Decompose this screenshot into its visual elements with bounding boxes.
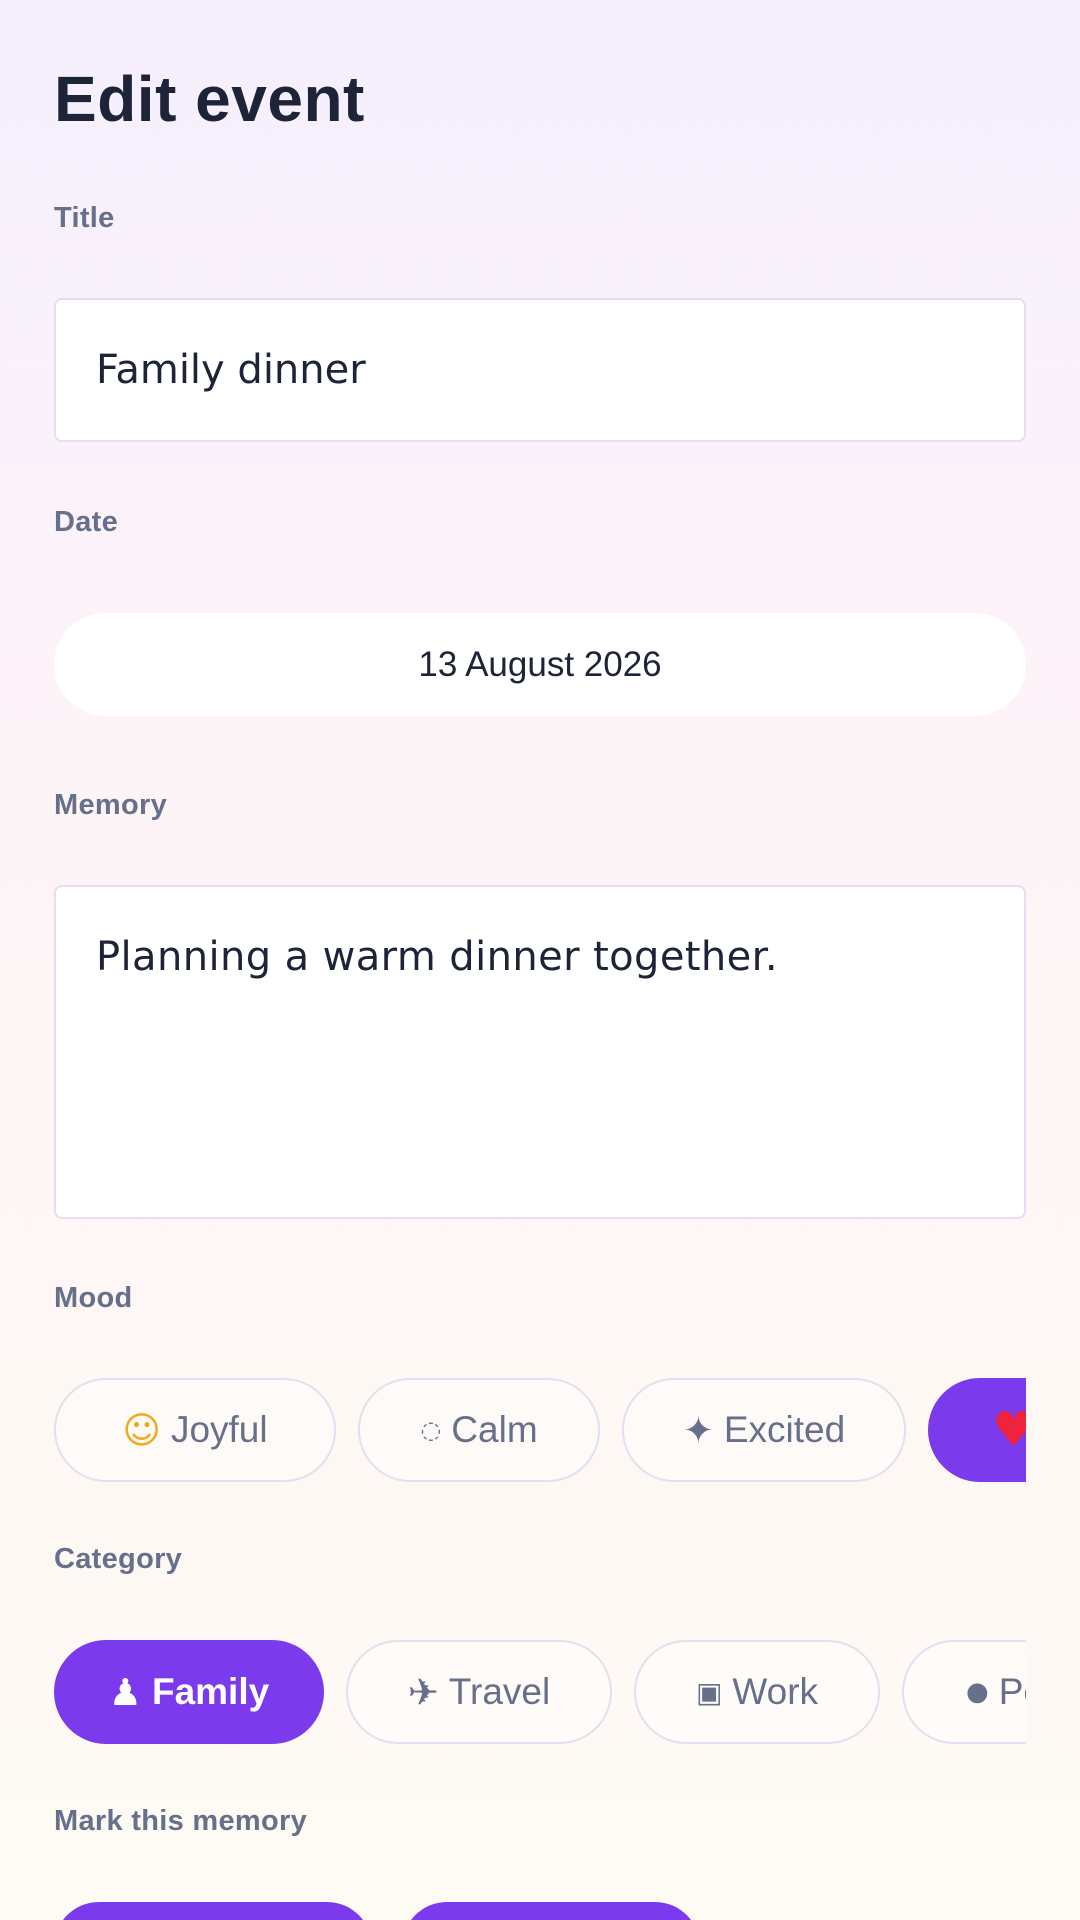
mood-chip-label: Joyful	[170, 1409, 268, 1450]
airplane-icon: ✈	[407, 1670, 439, 1714]
mark-button-row	[54, 1902, 700, 1920]
mood-chip-label: Calm	[451, 1409, 538, 1450]
category-chip-work[interactable]: ▣ Work	[634, 1640, 880, 1744]
mood-chip-excited[interactable]: ✦ Excited	[622, 1378, 906, 1482]
person-icon: ♟	[108, 1670, 142, 1714]
title-label: Title	[54, 202, 115, 234]
category-label: Category	[54, 1543, 183, 1575]
category-chip-family[interactable]: ♟ Family	[54, 1640, 324, 1744]
category-chip-label: Family	[151, 1671, 270, 1712]
mark-button-secondary[interactable]	[402, 1902, 700, 1920]
briefcase-icon: ▣	[695, 1675, 723, 1709]
sparkle-icon: ✦	[682, 1408, 714, 1452]
category-chip-label: Pe	[998, 1671, 1026, 1712]
date-picker[interactable]: 13 August 2026	[54, 613, 1026, 716]
dot-icon: ●	[966, 1677, 989, 1707]
title-input[interactable]: Family dinner	[54, 298, 1026, 442]
mark-label: Mark this memory	[54, 1805, 307, 1837]
circle-icon: ◌	[420, 1416, 442, 1444]
mood-chip-calm[interactable]: ◌ Calm	[358, 1378, 600, 1482]
mood-chip-row: ☺ Joyful ◌ Calm ✦ Excited ♥	[54, 1378, 1026, 1484]
category-chip-personal[interactable]: ● Pe	[902, 1640, 1026, 1744]
mood-chip-loving[interactable]: ♥	[928, 1378, 1026, 1482]
mood-chip-label: Excited	[723, 1409, 846, 1450]
page-title: Edit event	[54, 63, 365, 135]
category-chip-label: Work	[732, 1671, 819, 1712]
smiling-face-icon: ☺	[122, 1408, 161, 1452]
mood-chip-joyful[interactable]: ☺ Joyful	[54, 1378, 336, 1482]
category-chip-row: ♟ Family ✈ Travel ▣ Work ● Pe	[54, 1640, 1026, 1746]
date-label: Date	[54, 506, 119, 538]
mark-button-primary[interactable]	[54, 1902, 372, 1920]
memory-textarea[interactable]: Planning a warm dinner together.	[54, 885, 1026, 1219]
heart-icon: ♥	[992, 1402, 1026, 1458]
mood-label: Mood	[54, 1282, 133, 1314]
category-chip-label: Travel	[448, 1671, 551, 1712]
category-chip-travel[interactable]: ✈ Travel	[346, 1640, 612, 1744]
memory-label: Memory	[54, 789, 167, 821]
